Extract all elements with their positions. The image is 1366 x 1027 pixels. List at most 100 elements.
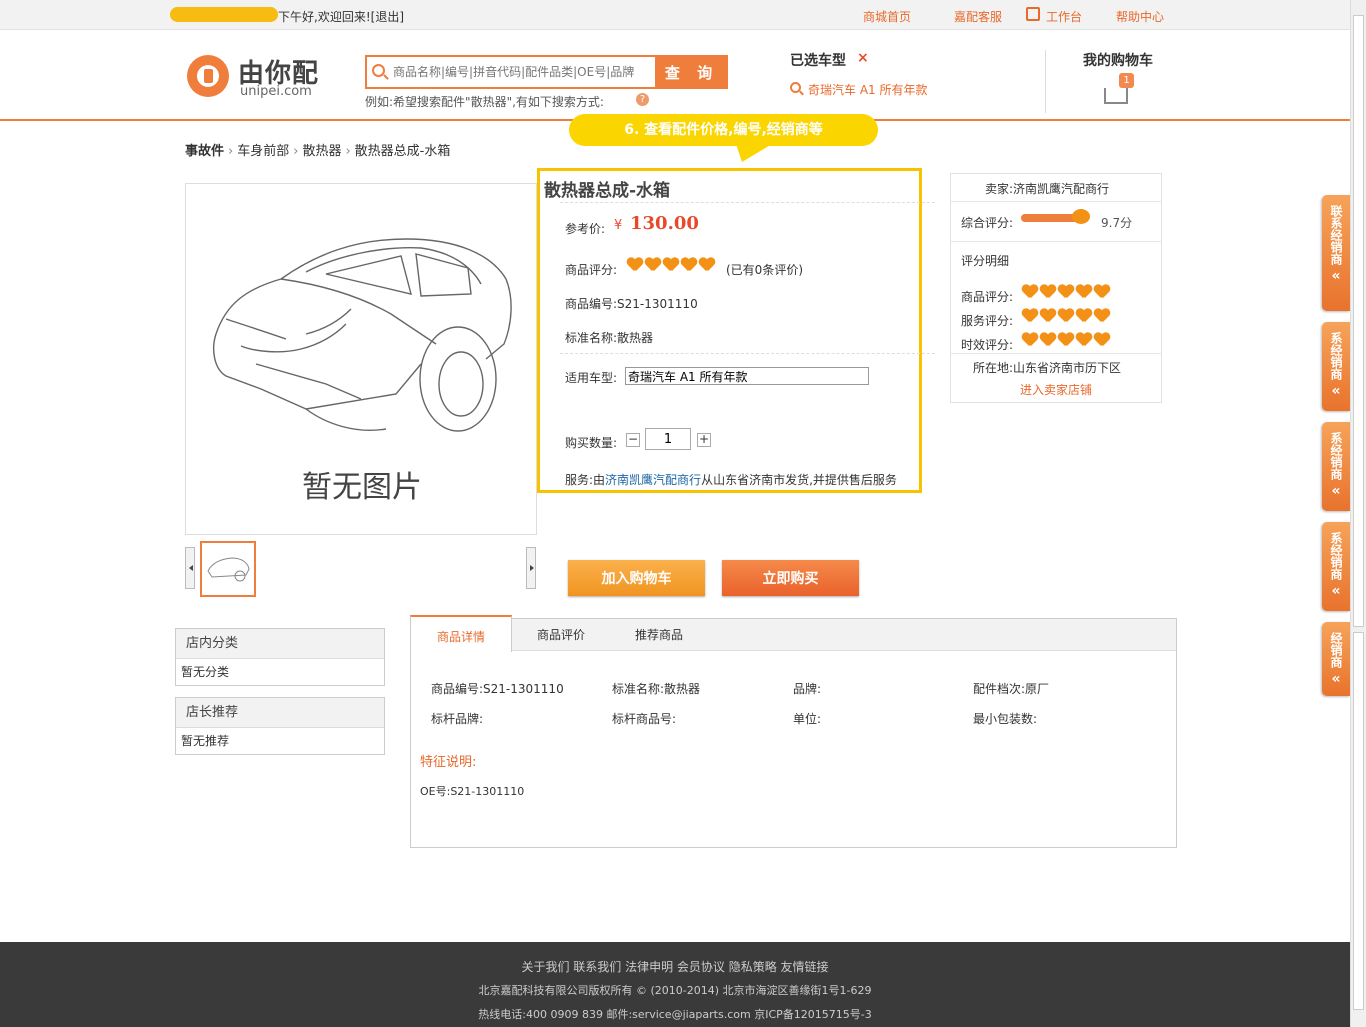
help-icon[interactable]: ? (636, 93, 649, 106)
thumbnail[interactable] (200, 541, 256, 597)
service-rating-hearts (1022, 309, 1110, 323)
chevron-left-icon: « (1331, 483, 1341, 499)
clear-vehicle-icon[interactable]: × (857, 50, 869, 66)
seller-location: 所在地:山东省济南市历下区 (973, 361, 1122, 375)
chevron-right-icon: › (293, 144, 299, 159)
chevron-right-icon: › (345, 144, 351, 159)
store-category-empty: 暂无分类 (181, 665, 230, 679)
thumb-prev-button[interactable] (185, 547, 195, 589)
selected-vehicle-name[interactable]: 奇瑞汽车 A1 所有年款 (808, 81, 927, 98)
service-suffix: 从山东省济南市发货,并提供售后服务 (701, 473, 897, 487)
scrollbar-thumb[interactable] (1353, 15, 1364, 627)
add-to-cart-button[interactable]: 加入购物车 (568, 560, 705, 596)
timeliness-score-label: 时效评分: (961, 338, 1014, 352)
spec-benchmark-part: 标杆商品号: (612, 712, 677, 726)
heart-icon (1072, 209, 1090, 224)
model-label: 适用车型: (565, 371, 618, 385)
cart-icon[interactable] (1104, 88, 1128, 104)
breadcrumb-item[interactable]: 车身前部 (237, 144, 289, 159)
mall-home-link[interactable]: 商城首页 (863, 8, 911, 25)
spec-unit: 单位: (793, 712, 822, 726)
divider (951, 201, 1161, 202)
spec-brand: 品牌: (793, 682, 822, 696)
no-image-text: 暂无图片 (302, 470, 422, 505)
annotation-callout: 6. 查看配件价格,编号,经销商等 (569, 114, 878, 146)
heart-icon (1076, 309, 1092, 323)
price-label: 参考价: (565, 222, 606, 236)
heart-icon (645, 258, 661, 272)
thumb-next-button[interactable] (526, 547, 536, 589)
spec-part-number: 商品编号:S21-1301110 (431, 682, 564, 696)
store-category-title: 店内分类 (176, 629, 384, 659)
quantity-decrease-button[interactable]: − (626, 433, 640, 447)
buy-now-button[interactable]: 立即购买 (722, 560, 859, 596)
chevron-left-icon: « (1331, 671, 1341, 687)
footer-links[interactable]: 关于我们 联系我们 法律申明 会员协议 隐私策略 友情链接 (0, 958, 1350, 975)
review-count[interactable]: (已有0条评价) (726, 261, 803, 278)
divider (1045, 50, 1046, 113)
heart-icon (1076, 333, 1092, 347)
annotation-callout-tail (736, 144, 772, 162)
enter-shop-link[interactable]: 进入卖家店铺 (1020, 381, 1092, 398)
tab-recommended[interactable]: 推荐商品 (610, 615, 708, 652)
cart-count-badge: 1 (1119, 73, 1134, 88)
service-info: 服务:由济南凯鹰汽配商行从山东省济南市发货,并提供售后服务 (565, 471, 897, 488)
price-value: 130.00 (630, 213, 699, 234)
heart-icon (1058, 309, 1074, 323)
chevron-right-icon: › (228, 144, 234, 159)
cart-title[interactable]: 我的购物车 (1083, 50, 1153, 70)
workbench-link[interactable]: 工作台 (1046, 8, 1082, 25)
breadcrumb-item: 散热器总成-水箱 (354, 144, 451, 159)
logo-icon[interactable] (187, 55, 229, 97)
quantity-increase-button[interactable]: + (697, 433, 711, 447)
service-prefix: 服务:由 (565, 473, 606, 487)
contact-dealer-tab[interactable]: 联系经销商 « (1322, 195, 1350, 311)
logo-domain: unipei.com (240, 84, 312, 99)
heart-icon (1040, 285, 1056, 299)
heart-icon (1040, 309, 1056, 323)
help-center-link[interactable]: 帮助中心 (1116, 8, 1164, 25)
breadcrumb-root[interactable]: 事故件 (185, 144, 224, 159)
model-field[interactable] (625, 367, 869, 385)
quantity-input[interactable] (645, 428, 691, 450)
owner-recommend-title: 店长推荐 (176, 698, 384, 728)
search-button[interactable]: 查 询 (655, 55, 728, 89)
product-title: 散热器总成-水箱 (544, 181, 671, 201)
heart-icon (1094, 309, 1110, 323)
divider (560, 202, 935, 203)
chevron-left-icon: « (1331, 268, 1341, 284)
heart-icon (1022, 309, 1038, 323)
tab-product-detail[interactable]: 商品详情 (410, 615, 512, 652)
seller-link[interactable]: 济南凯鹰汽配商行 (605, 473, 701, 487)
selected-vehicle-title: 已选车型 (790, 53, 846, 69)
contact-dealer-tab[interactable]: 系经销商 « (1322, 422, 1350, 511)
detail-panel (410, 618, 1177, 848)
heart-icon (1058, 285, 1074, 299)
scrollbar-track[interactable] (1353, 632, 1364, 1010)
contact-dealer-tab[interactable]: 经销商 « (1322, 622, 1350, 696)
overall-score-label: 综合评分: (961, 216, 1014, 230)
greeting: 下午好,欢迎回来![退出] (278, 8, 404, 25)
heart-icon (1094, 333, 1110, 347)
product-rating-hearts (627, 258, 715, 272)
contact-dealer-tab[interactable]: 系经销商 « (1322, 322, 1350, 411)
float-tab-label: 系经销商 (1329, 532, 1343, 580)
search-icon (372, 64, 385, 77)
spec-standard-name: 标准名称:散热器 (612, 682, 701, 696)
logout-link[interactable]: [退出] (371, 10, 404, 24)
spec-benchmark-brand: 标杆品牌: (431, 712, 484, 726)
breadcrumb: 事故件 › 车身前部 › 散热器 › 散热器总成-水箱 (185, 140, 450, 159)
divider (951, 241, 1161, 242)
breadcrumb-item[interactable]: 散热器 (302, 144, 341, 159)
service-score-label: 服务评分: (961, 314, 1014, 328)
oe-number: OE号:S21-1301110 (420, 785, 525, 798)
heart-icon (1040, 333, 1056, 347)
heart-icon (663, 258, 679, 272)
float-tab-label: 系经销商 (1329, 332, 1343, 380)
customer-service-link[interactable]: 嘉配客服 (954, 8, 1002, 25)
car-sketch-icon (207, 557, 250, 582)
owner-recommend-empty: 暂无推荐 (181, 734, 230, 748)
search-input[interactable] (393, 58, 653, 86)
tab-product-review[interactable]: 商品评价 (512, 615, 610, 652)
contact-dealer-tab[interactable]: 系经销商 « (1322, 522, 1350, 611)
